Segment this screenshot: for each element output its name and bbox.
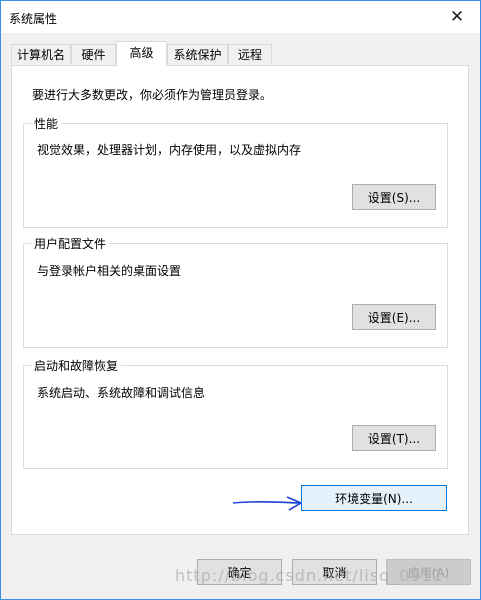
annotation-arrow-icon xyxy=(232,496,303,511)
tab-hardware[interactable]: 硬件 xyxy=(71,44,116,64)
group-startup-recovery xyxy=(23,365,448,469)
title-bar: 系统属性 ✕ xyxy=(1,1,480,33)
tab-computer-name[interactable]: 计算机名 xyxy=(11,44,71,64)
performance-description: 视觉效果，处理器计划，内存使用，以及虚拟内存 xyxy=(37,143,302,157)
tab-system-protection[interactable]: 系统保护 xyxy=(167,44,228,64)
ok-button[interactable]: 确定 xyxy=(197,559,282,585)
performance-settings-button[interactable]: 设置(S)... xyxy=(352,184,436,210)
window-title: 系统属性 xyxy=(9,12,58,26)
tab-remote[interactable]: 远程 xyxy=(228,44,272,64)
group-user-profile-title: 用户配置文件 xyxy=(31,235,110,252)
group-user-profile xyxy=(23,243,448,348)
environment-variables-button[interactable]: 环境变量(N)... xyxy=(301,485,447,511)
startup-recovery-settings-button[interactable]: 设置(T)... xyxy=(352,425,436,451)
close-icon[interactable]: ✕ xyxy=(434,1,480,33)
admin-notice: 要进行大多数更改，你必须作为管理员登录。 xyxy=(32,88,273,102)
group-startup-recovery-title: 启动和故障恢复 xyxy=(31,357,122,374)
apply-button[interactable]: 应用(A) xyxy=(386,559,471,585)
group-performance-title: 性能 xyxy=(31,115,62,132)
tab-advanced[interactable]: 高级 xyxy=(116,41,167,66)
user-profile-description: 与登录帐户相关的桌面设置 xyxy=(37,264,182,278)
cancel-button[interactable]: 取消 xyxy=(292,559,377,585)
user-profile-settings-button[interactable]: 设置(E)... xyxy=(352,304,436,330)
startup-recovery-description: 系统启动、系统故障和调试信息 xyxy=(37,386,206,400)
group-performance xyxy=(23,123,448,228)
